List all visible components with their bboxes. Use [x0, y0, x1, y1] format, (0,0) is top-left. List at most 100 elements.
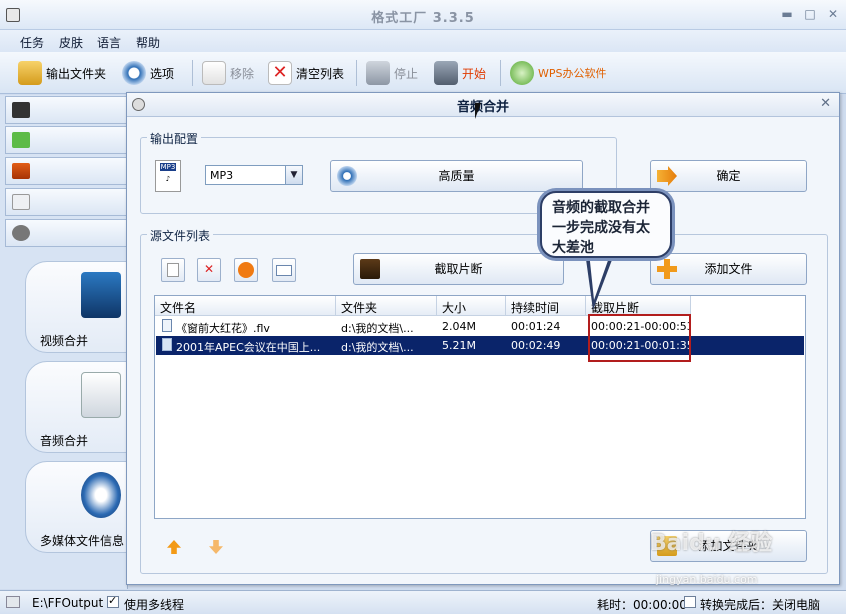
remove-label: 移除	[230, 66, 255, 81]
options-button[interactable]: 选项	[122, 60, 174, 86]
row-size: 2.04M	[442, 320, 476, 333]
toolbar-separator	[192, 60, 193, 86]
title-bar: 格式工厂 3.3.5 ▬ □ ✕	[0, 0, 846, 30]
tile-audio-merge-label: 音频合并	[40, 434, 89, 448]
play-icon	[238, 262, 254, 278]
table-row[interactable]: 2001年APEC会议在中国上... d:\我的文档\... 5.21M 00:…	[156, 336, 804, 355]
table-row[interactable]: 《窗前大红花》.flv d:\我的文档\... 2.04M 00:01:24 0…	[156, 317, 804, 336]
category-rom[interactable]	[5, 188, 127, 216]
menu-skin[interactable]: 皮肤	[59, 34, 83, 51]
document-minus-icon	[167, 263, 179, 277]
format-select[interactable]: MP3 ▼	[205, 165, 303, 185]
callout-tail-inner	[589, 252, 611, 300]
chevron-down-icon[interactable]: ▼	[285, 166, 302, 184]
multithread-label: 使用多线程	[124, 598, 185, 612]
remove-button[interactable]: 移除	[202, 60, 254, 86]
format-value: MP3	[210, 169, 234, 182]
stop-button[interactable]: 停止	[366, 60, 418, 86]
row-filename: 2001年APEC会议在中国上...	[176, 341, 321, 354]
maximize-icon[interactable]: □	[803, 7, 817, 21]
callout-annotation: 音频的截取合并一步完成没有太大差池	[540, 191, 672, 258]
music-note-icon	[12, 132, 30, 148]
music-file-icon	[81, 372, 121, 418]
info-button[interactable]	[272, 258, 296, 282]
tile-video-merge[interactable]: 视频合并	[25, 261, 130, 353]
mp3-icon-text: MP3	[159, 163, 177, 171]
arrow-right-icon	[657, 166, 677, 186]
output-config-legend: 输出配置	[147, 130, 202, 147]
gear-icon	[122, 61, 146, 85]
start-button[interactable]: 开始	[434, 60, 486, 86]
status-bar: E:\FFOutput ✓ 使用多线程 耗时：00:00:00 转换完成后：关闭…	[0, 590, 846, 614]
file-table: 文件名 文件夹 大小 持续时间 截取片断 《窗前大红花》.flv d:\我的文档…	[154, 295, 806, 519]
start-label: 开始	[462, 66, 487, 81]
ok-label: 确定	[716, 169, 741, 183]
elapsed-time: 耗时：00:00:00	[597, 598, 687, 612]
stop-label: 停止	[394, 66, 419, 81]
tile-media-info[interactable]: 多媒体文件信息	[25, 461, 130, 553]
delete-x-icon: ✕	[204, 262, 215, 276]
row-folder: d:\我的文档\...	[341, 341, 414, 354]
clear-list-label: 清空列表	[296, 66, 345, 81]
toolbar-separator	[356, 60, 357, 86]
output-folder-button[interactable]: 输出文件夹	[18, 60, 106, 86]
dialog-close-icon[interactable]: ✕	[820, 96, 831, 111]
picture-icon	[12, 163, 30, 179]
clip-highlight-box	[588, 314, 691, 362]
window-title: 格式工厂 3.3.5	[371, 11, 475, 26]
row-filename: 《窗前大红花》.flv	[176, 322, 270, 335]
delete-file-button[interactable]: ✕	[197, 258, 221, 282]
column-header-size[interactable]: 大小	[437, 296, 506, 316]
add-file-button[interactable]: 添加文件	[650, 253, 807, 285]
column-header-filename[interactable]: 文件名	[155, 296, 336, 316]
drive-icon	[6, 596, 20, 608]
plus-icon	[657, 259, 677, 279]
watermark-url: jingyan.baidu.com	[656, 573, 758, 586]
category-advanced[interactable]	[5, 219, 127, 247]
document-remove-icon	[202, 61, 226, 85]
disc-drive-icon	[12, 194, 30, 210]
reel-icon	[12, 225, 30, 241]
mouse-cursor-icon	[475, 103, 481, 119]
column-header-folder[interactable]: 文件夹	[336, 296, 437, 316]
minimize-icon[interactable]: ▬	[780, 7, 794, 21]
folder-icon	[18, 61, 42, 85]
close-icon[interactable]: ✕	[826, 7, 840, 21]
film-strip-icon	[81, 272, 121, 318]
ok-button[interactable]: 确定	[650, 160, 807, 192]
output-folder-label: 输出文件夹	[46, 66, 107, 81]
wps-button[interactable]: WPS办公软件	[510, 60, 607, 86]
quality-button[interactable]: 高质量	[330, 160, 583, 192]
category-picture[interactable]	[5, 157, 127, 185]
info-card-icon	[276, 265, 292, 276]
wps-label: WPS办公软件	[538, 67, 607, 80]
gear-icon	[337, 166, 357, 186]
file-icon	[162, 319, 172, 332]
row-duration: 00:01:24	[511, 320, 561, 333]
row-duration: 00:02:49	[511, 339, 561, 352]
tile-audio-merge[interactable]: 音频合并	[25, 361, 130, 453]
clip-button[interactable]: 截取片断	[353, 253, 564, 285]
output-path[interactable]: E:\FFOutput	[32, 596, 103, 610]
menu-help[interactable]: 帮助	[136, 34, 160, 51]
clear-list-button[interactable]: ✕ 清空列表	[268, 60, 344, 86]
sidebar: 视频合并 音频合并 多媒体文件信息	[0, 95, 130, 589]
column-header-duration[interactable]: 持续时间	[506, 296, 586, 316]
quality-label: 高质量	[438, 169, 475, 183]
wps-icon	[510, 61, 534, 85]
file-icon	[162, 338, 172, 351]
remove-file-button[interactable]	[161, 258, 185, 282]
play-button[interactable]	[234, 258, 258, 282]
category-video[interactable]	[5, 96, 127, 124]
watermark-logo: Baidu 经验	[650, 531, 773, 556]
menu-task[interactable]: 任务	[20, 34, 44, 51]
category-audio[interactable]	[5, 126, 127, 154]
menu-language[interactable]: 语言	[97, 34, 121, 51]
source-list-legend: 源文件列表	[147, 227, 214, 244]
start-icon	[434, 61, 458, 85]
add-file-label: 添加文件	[704, 262, 753, 276]
row-size: 5.21M	[442, 339, 476, 352]
shutdown-checkbox[interactable]	[684, 596, 696, 608]
film-cut-icon	[360, 259, 380, 279]
mp3-file-icon: MP3 ♪	[155, 160, 181, 192]
